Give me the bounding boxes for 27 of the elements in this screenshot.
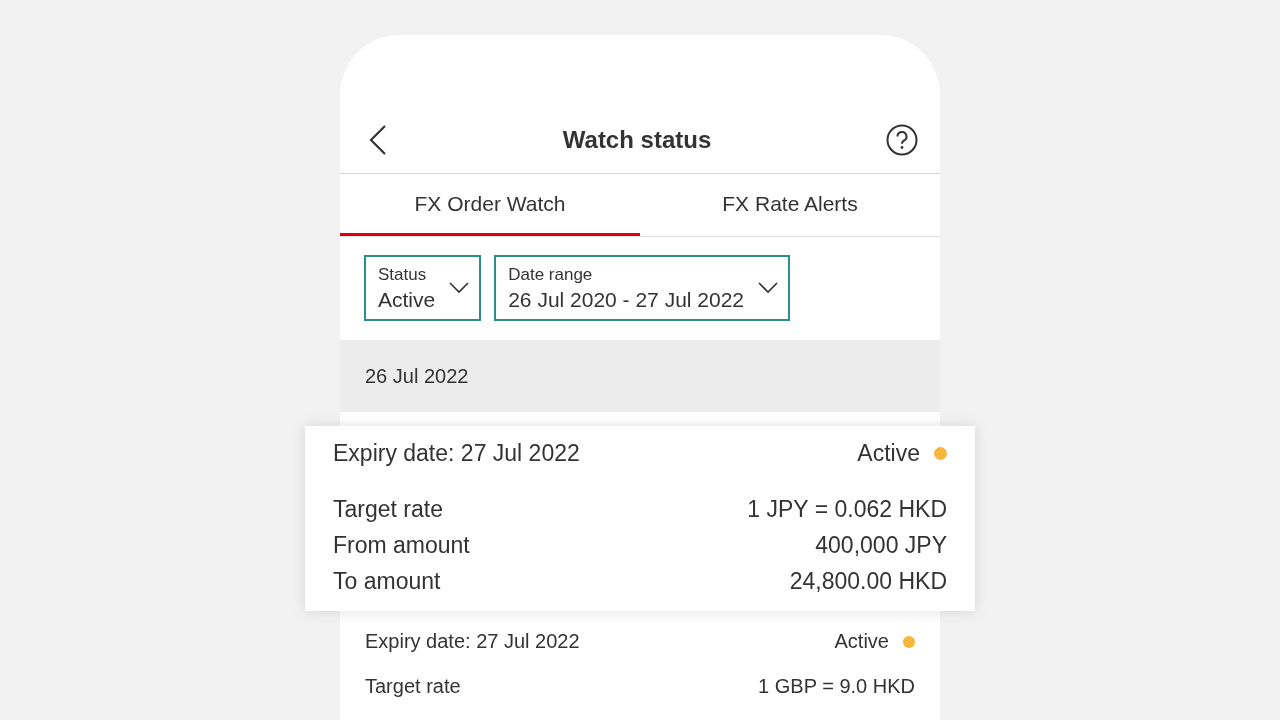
detail-label: Target rate xyxy=(333,495,443,524)
chevron-down-icon xyxy=(449,282,470,295)
status-text: Active xyxy=(834,630,889,653)
detail-label: Target rate xyxy=(365,674,461,699)
tab[interactable]: FX Rate Alerts xyxy=(640,174,940,237)
chevron-down-icon xyxy=(758,282,779,295)
page-title: Watch status xyxy=(562,125,712,154)
help-icon[interactable] xyxy=(886,123,918,156)
back-icon[interactable] xyxy=(368,123,388,156)
expiry-date: Expiry date: 27 Jul 2022 xyxy=(333,440,580,467)
tab[interactable]: FX Order Watch xyxy=(340,174,640,237)
detail-label: From amount xyxy=(333,531,470,560)
expiry-date: Expiry date: 27 Jul 2022 xyxy=(365,630,580,653)
detail-value: 1 GBP = 9.0 HKD xyxy=(758,674,915,699)
filter-dropdown[interactable]: Status Active xyxy=(364,255,482,322)
filter-dropdown[interactable]: Date range 26 Jul 2020 - 27 Jul 2022 xyxy=(494,255,791,322)
filter-value: Active xyxy=(378,287,436,312)
detail-value: 1 JPY = 0.062 HKD xyxy=(747,495,947,524)
detail-label: To amount xyxy=(333,567,441,596)
order-card[interactable]: Expiry date: 27 Jul 2022 Active Target rate 1 JPY = 0.062 HKD From amount 400,000 JPY To amount 24,800.00 HKD xyxy=(305,426,975,611)
filter-label: Status xyxy=(378,264,428,285)
filter-label: Date range xyxy=(508,264,594,285)
status-text: Active xyxy=(857,440,920,467)
detail-value: 24,800.00 HKD xyxy=(789,567,947,596)
filter-value: 26 Jul 2020 - 27 Jul 2022 xyxy=(508,287,745,312)
detail-value: 400,000 JPY xyxy=(815,531,947,560)
date-group-header: 26 Jul 2022 xyxy=(340,340,940,412)
